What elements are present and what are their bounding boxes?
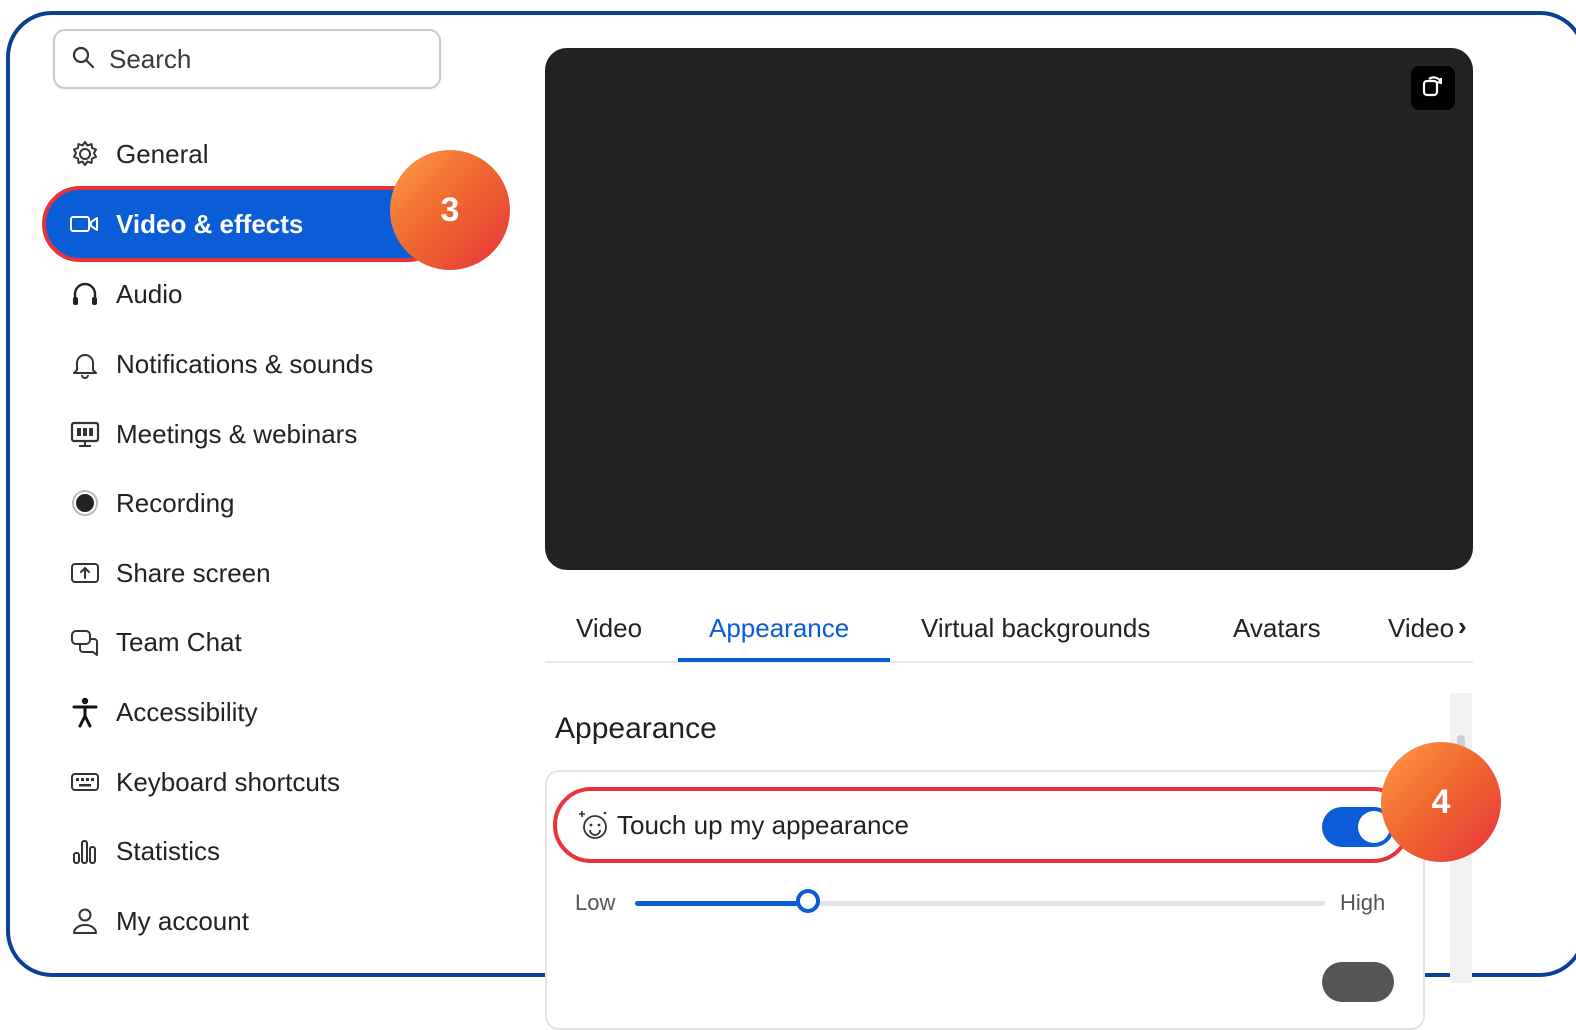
sidebar-item-label: Notifications & sounds <box>116 348 374 379</box>
section-title: Appearance <box>555 712 717 745</box>
sidebar-item-accessibility[interactable]: Accessibility <box>44 678 444 746</box>
slider-low-label: Low <box>575 890 616 915</box>
tab-virtual-backgrounds[interactable]: Virtual backgrounds <box>921 613 1150 644</box>
gear-icon <box>68 137 102 171</box>
sidebar-item-label: Accessibility <box>116 696 258 727</box>
step-3-highlight <box>42 186 446 262</box>
tab-video[interactable]: Video <box>576 613 642 644</box>
secondary-toggle[interactable] <box>1322 962 1394 1002</box>
sidebar-item-label: Meetings & webinars <box>116 418 358 449</box>
tab-avatars[interactable]: Avatars <box>1233 613 1321 644</box>
video-preview <box>545 48 1473 570</box>
chat-bubbles-icon <box>68 625 102 659</box>
tab-video-filters[interactable]: Video <box>1388 613 1460 644</box>
step-4-badge: 4 <box>1381 742 1501 862</box>
headphones-icon <box>68 277 102 311</box>
tabs-scroll-right-icon[interactable]: › <box>1458 611 1467 642</box>
sidebar-item-notifications[interactable]: Notifications & sounds <box>44 330 444 398</box>
bar-chart-icon <box>68 834 102 868</box>
rotate-camera-button[interactable] <box>1411 66 1455 110</box>
step-4-highlight <box>553 787 1411 863</box>
sidebar-item-label: General <box>116 138 209 169</box>
search-input[interactable] <box>107 42 431 76</box>
slider-fill <box>635 901 808 906</box>
sidebar-item-meetings-webinars[interactable]: Meetings & webinars <box>44 400 444 468</box>
person-icon <box>68 904 102 938</box>
slider-high-label: High <box>1340 890 1386 915</box>
search-icon <box>71 45 95 74</box>
sidebar-item-label: Recording <box>116 487 235 518</box>
sidebar-item-general[interactable]: General <box>44 120 444 188</box>
sidebar-item-keyboard-shortcuts[interactable]: Keyboard shortcuts <box>44 748 444 816</box>
rotate-icon <box>1420 73 1446 104</box>
sidebar-item-label: Statistics <box>116 835 221 866</box>
bell-icon <box>68 347 102 381</box>
record-icon <box>68 486 102 520</box>
sidebar-item-recording[interactable]: Recording <box>44 469 444 537</box>
presentation-icon <box>68 417 102 451</box>
tab-appearance[interactable]: Appearance <box>709 613 849 644</box>
accessibility-icon <box>68 695 102 729</box>
sidebar-item-label: Team Chat <box>116 626 242 657</box>
sidebar-item-statistics[interactable]: Statistics <box>44 817 444 885</box>
sidebar-item-share-screen[interactable]: Share screen <box>44 539 444 607</box>
search-box[interactable] <box>53 29 441 89</box>
sidebar-item-label: My account <box>116 905 249 936</box>
sidebar-item-team-chat[interactable]: Team Chat <box>44 608 444 676</box>
keyboard-icon <box>68 765 102 799</box>
touch-up-slider[interactable] <box>635 889 1325 913</box>
sidebar-item-label: Keyboard shortcuts <box>116 766 341 797</box>
active-tab-indicator <box>678 658 890 662</box>
video-settings-tabs: Video Appearance Virtual backgrounds Ava… <box>545 605 1473 663</box>
sidebar-item-audio[interactable]: Audio <box>44 260 444 328</box>
sidebar-item-label: Audio <box>116 278 183 309</box>
sidebar-item-label: Share screen <box>116 557 271 588</box>
slider-thumb[interactable] <box>795 889 820 913</box>
step-3-badge: 3 <box>390 150 510 270</box>
share-screen-icon <box>68 556 102 590</box>
sidebar-item-my-account[interactable]: My account <box>44 887 444 955</box>
